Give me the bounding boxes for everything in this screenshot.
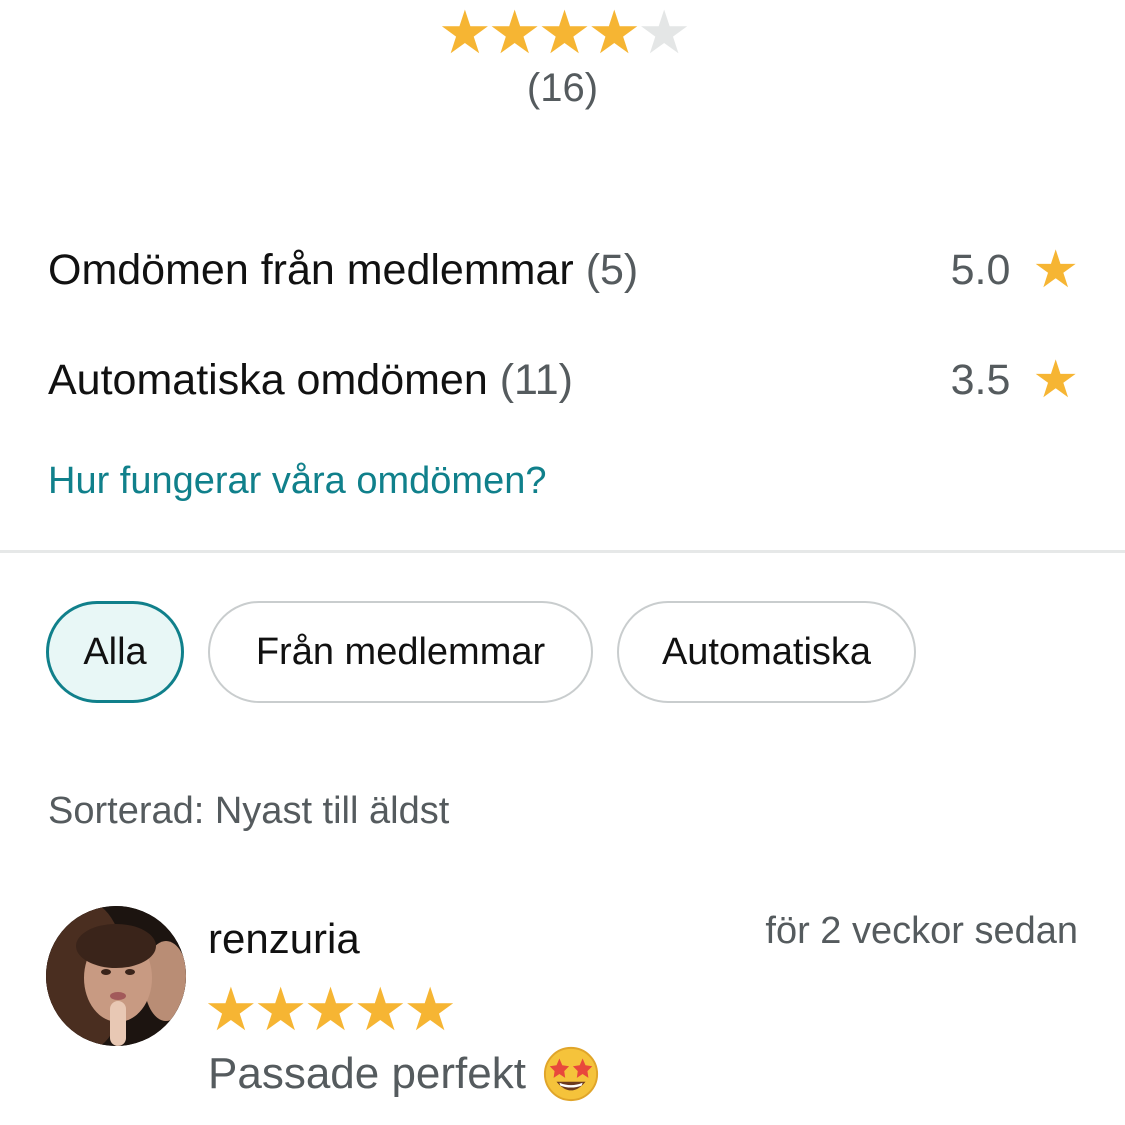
section-divider	[0, 550, 1125, 553]
star-empty-icon: ★	[637, 0, 691, 66]
auto-reviews-count: (11)	[499, 355, 573, 404]
review-filter-chips: Alla Från medlemmar Automatiska	[46, 601, 916, 703]
overall-rating-stars: ★★★★★	[0, 0, 1125, 67]
star-icon: ★	[487, 0, 542, 66]
filter-chip-automatic[interactable]: Automatiska	[617, 601, 916, 703]
star-icon: ★	[204, 976, 258, 1043]
filter-chip-all[interactable]: Alla	[46, 601, 184, 703]
star-icon: ★	[438, 0, 492, 66]
review-timestamp: för 2 veckor sedan	[765, 910, 1078, 952]
star-icon: ★	[537, 0, 592, 66]
star-icon: ★	[403, 976, 457, 1043]
avatar[interactable]	[46, 906, 186, 1046]
auto-reviews-label: Automatiska omdömen (11)	[48, 356, 573, 405]
member-reviews-row: Omdömen från medlemmar (5) 5.0 ★	[48, 240, 1079, 300]
auto-reviews-title: Automatiska omdömen	[48, 355, 488, 404]
how-reviews-work-link[interactable]: Hur fungerar våra omdömen?	[48, 460, 546, 503]
star-icon: ★	[587, 0, 641, 66]
member-reviews-label: Omdömen från medlemmar (5)	[48, 246, 638, 295]
member-reviews-score-value: 5.0	[950, 245, 1011, 294]
star-icon: ★	[303, 976, 358, 1043]
sort-order-label[interactable]: Sorterad: Nyast till äldst	[48, 790, 449, 833]
review-text: Passade perfekt	[208, 1049, 526, 1098]
member-reviews-score: 5.0 ★	[951, 244, 1079, 296]
star-icon: ★	[353, 976, 407, 1043]
member-reviews-title: Omdömen från medlemmar	[48, 245, 574, 294]
auto-reviews-score: 3.5 ★	[951, 354, 1079, 406]
star-icon: ★	[253, 976, 308, 1043]
overall-review-count: (16)	[526, 66, 599, 110]
auto-reviews-score-value: 3.5	[950, 355, 1011, 404]
auto-reviews-row: Automatiska omdömen (11) 3.5 ★	[48, 350, 1079, 410]
review-username[interactable]: renzuria	[208, 915, 360, 963]
star-icon: ★	[1032, 351, 1079, 409]
star-struck-emoji-icon	[543, 1046, 599, 1102]
filter-chip-members[interactable]: Från medlemmar	[208, 601, 593, 703]
member-reviews-count: (5)	[585, 245, 639, 294]
star-icon: ★	[1032, 241, 1079, 299]
review-rating-stars: ★★★★★	[204, 975, 457, 1044]
review-body: Passade perfekt	[208, 1045, 600, 1103]
